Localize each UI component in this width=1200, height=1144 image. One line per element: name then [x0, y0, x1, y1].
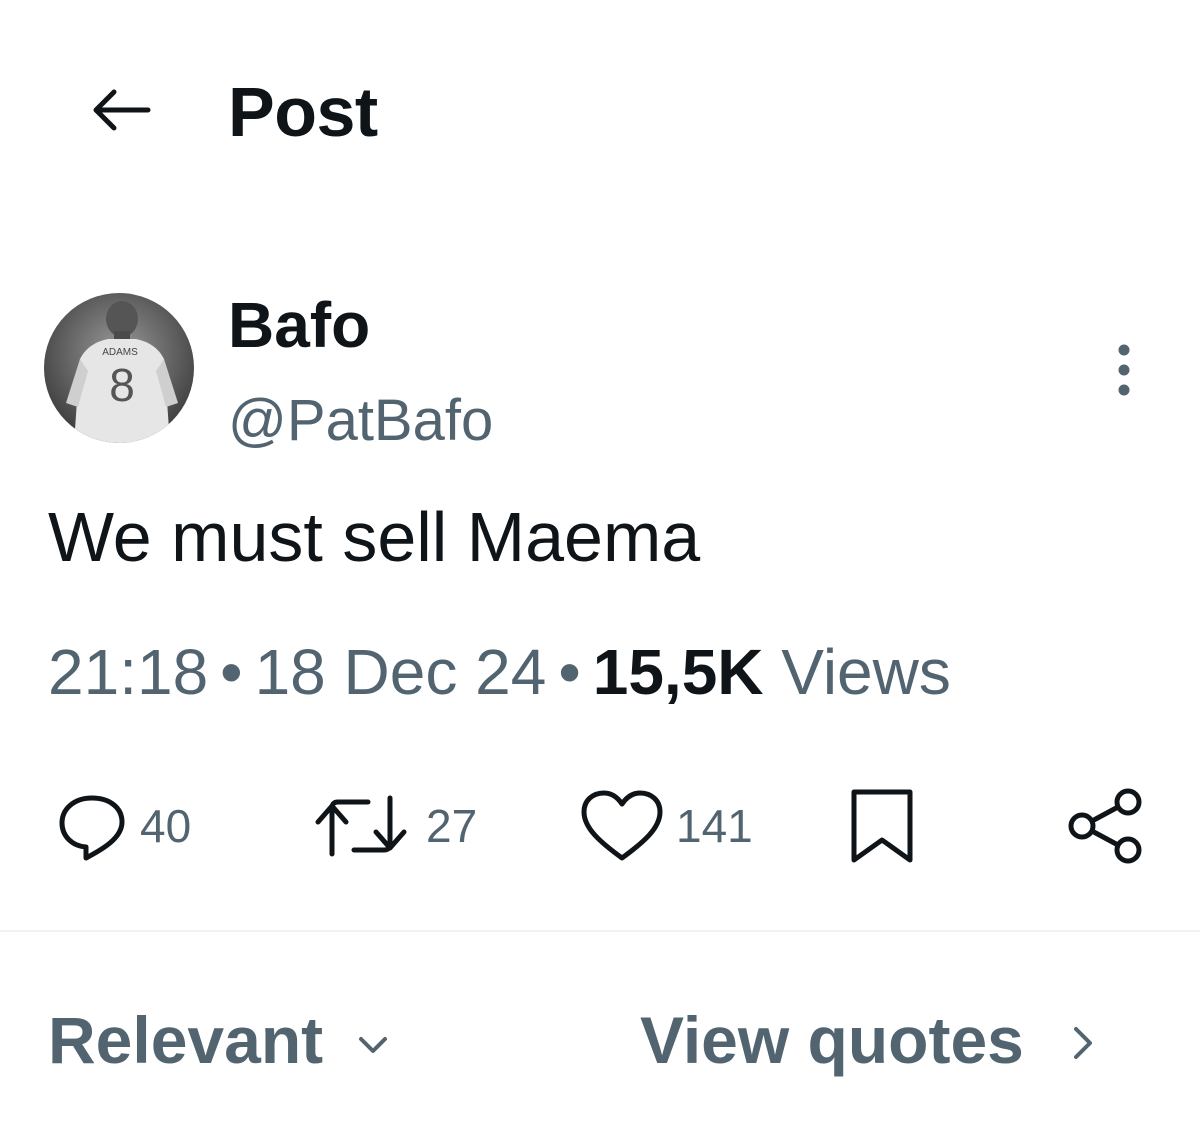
avatar[interactable]: ADAMS 8 [44, 293, 194, 443]
view-quotes-link[interactable]: View quotes [640, 1000, 1104, 1080]
like-count: 141 [676, 800, 753, 852]
tweet-meta: 21:18 • 18 Dec 24 • 15,5K Views [48, 632, 951, 712]
author-display-name[interactable]: Bafo [228, 288, 370, 362]
like-button[interactable]: 141 [580, 788, 753, 864]
bookmark-button[interactable] [842, 788, 922, 864]
page-title: Post [228, 73, 378, 151]
more-button[interactable] [1098, 332, 1150, 408]
back-button[interactable] [80, 78, 160, 142]
tweet-time[interactable]: 21:18 [48, 636, 208, 708]
views-count[interactable]: 15,5K [593, 636, 764, 708]
sort-label: Relevant [48, 1003, 324, 1077]
share-icon [1068, 788, 1142, 864]
sort-dropdown[interactable]: Relevant [48, 1000, 395, 1080]
arrow-left-icon [93, 89, 151, 131]
tweet-date[interactable]: 18 Dec 24 [255, 636, 547, 708]
share-button[interactable] [1066, 788, 1146, 864]
reply-button[interactable]: 40 [56, 788, 191, 864]
divider [0, 930, 1200, 932]
retweet-icon [315, 795, 407, 857]
heart-icon [581, 790, 663, 861]
meta-separator: • [220, 636, 243, 708]
avatar-image: ADAMS 8 [44, 293, 194, 443]
more-vertical-icon [1118, 344, 1130, 396]
retweet-count: 27 [426, 800, 478, 852]
reply-count: 40 [140, 800, 192, 852]
chevron-down-icon [359, 1037, 388, 1053]
retweet-button[interactable]: 27 [310, 788, 477, 864]
avatar-shirt-number: 8 [109, 359, 135, 411]
meta-separator: • [558, 636, 581, 708]
tweet-text: We must sell Maema [48, 498, 701, 576]
chevron-right-icon [1073, 1027, 1092, 1059]
reply-icon [59, 795, 125, 861]
views-label[interactable]: Views [781, 636, 951, 708]
avatar-shirt-name: ADAMS [102, 347, 138, 358]
author-handle[interactable]: @PatBafo [228, 386, 493, 456]
bookmark-icon [851, 789, 913, 863]
view-quotes-label: View quotes [640, 1003, 1024, 1077]
